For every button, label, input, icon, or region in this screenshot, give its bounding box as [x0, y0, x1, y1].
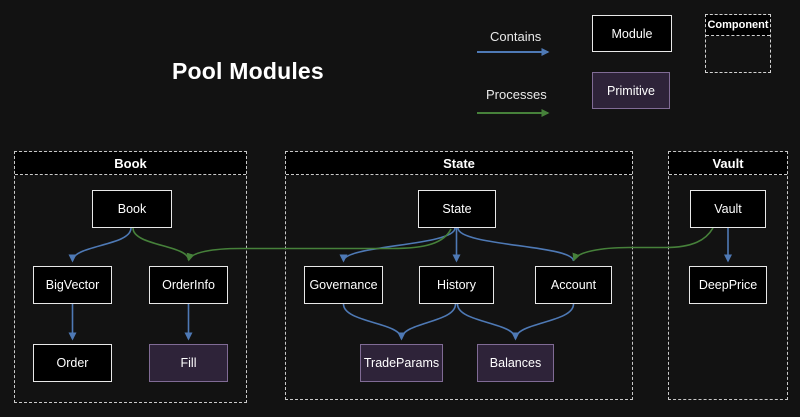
node-deepprice-label: DeepPrice: [699, 278, 757, 292]
legend-primitive-label: Primitive: [607, 84, 655, 98]
edge-state-orderinfo: [189, 229, 451, 260]
node-order: Order: [33, 344, 112, 382]
edge-history-tradeparams: [402, 304, 456, 339]
node-history-label: History: [437, 278, 476, 292]
node-fill-label: Fill: [181, 356, 197, 370]
node-book-label: Book: [118, 202, 147, 216]
edge-vault-account: [574, 228, 713, 260]
legend-primitive-box: Primitive: [592, 72, 670, 109]
node-tradeparams-label: TradeParams: [364, 356, 439, 370]
node-state-label: State: [442, 202, 471, 216]
node-account: Account: [535, 266, 612, 304]
node-governance: Governance: [304, 266, 383, 304]
node-order-label: Order: [57, 356, 89, 370]
legend-module-label: Module: [612, 27, 653, 41]
edge-state-account: [458, 228, 574, 261]
node-state: State: [418, 190, 496, 228]
node-deepprice: DeepPrice: [689, 266, 767, 304]
edge-book-bigvector: [73, 228, 132, 261]
legend-module-box: Module: [592, 15, 672, 52]
node-vault: Vault: [690, 190, 766, 228]
node-bigvector-label: BigVector: [46, 278, 100, 292]
edge-governance-tradeparams: [344, 304, 402, 339]
edge-account-balances: [516, 304, 574, 339]
node-fill: Fill: [149, 344, 228, 382]
node-balances-label: Balances: [490, 356, 541, 370]
pool-modules-diagram: { "title": "Pool Modules", "legend": { "…: [0, 0, 800, 417]
node-balances: Balances: [477, 344, 554, 382]
node-orderinfo: OrderInfo: [149, 266, 228, 304]
edge-history-balances: [458, 304, 516, 339]
node-vault-label: Vault: [714, 202, 742, 216]
edge-book-orderinfo: [133, 228, 189, 260]
node-bigvector: BigVector: [33, 266, 112, 304]
node-tradeparams: TradeParams: [360, 344, 443, 382]
node-governance-label: Governance: [309, 278, 377, 292]
edge-state-governance: [344, 228, 456, 261]
node-orderinfo-label: OrderInfo: [162, 278, 215, 292]
node-book: Book: [92, 190, 172, 228]
node-history: History: [419, 266, 494, 304]
node-account-label: Account: [551, 278, 596, 292]
